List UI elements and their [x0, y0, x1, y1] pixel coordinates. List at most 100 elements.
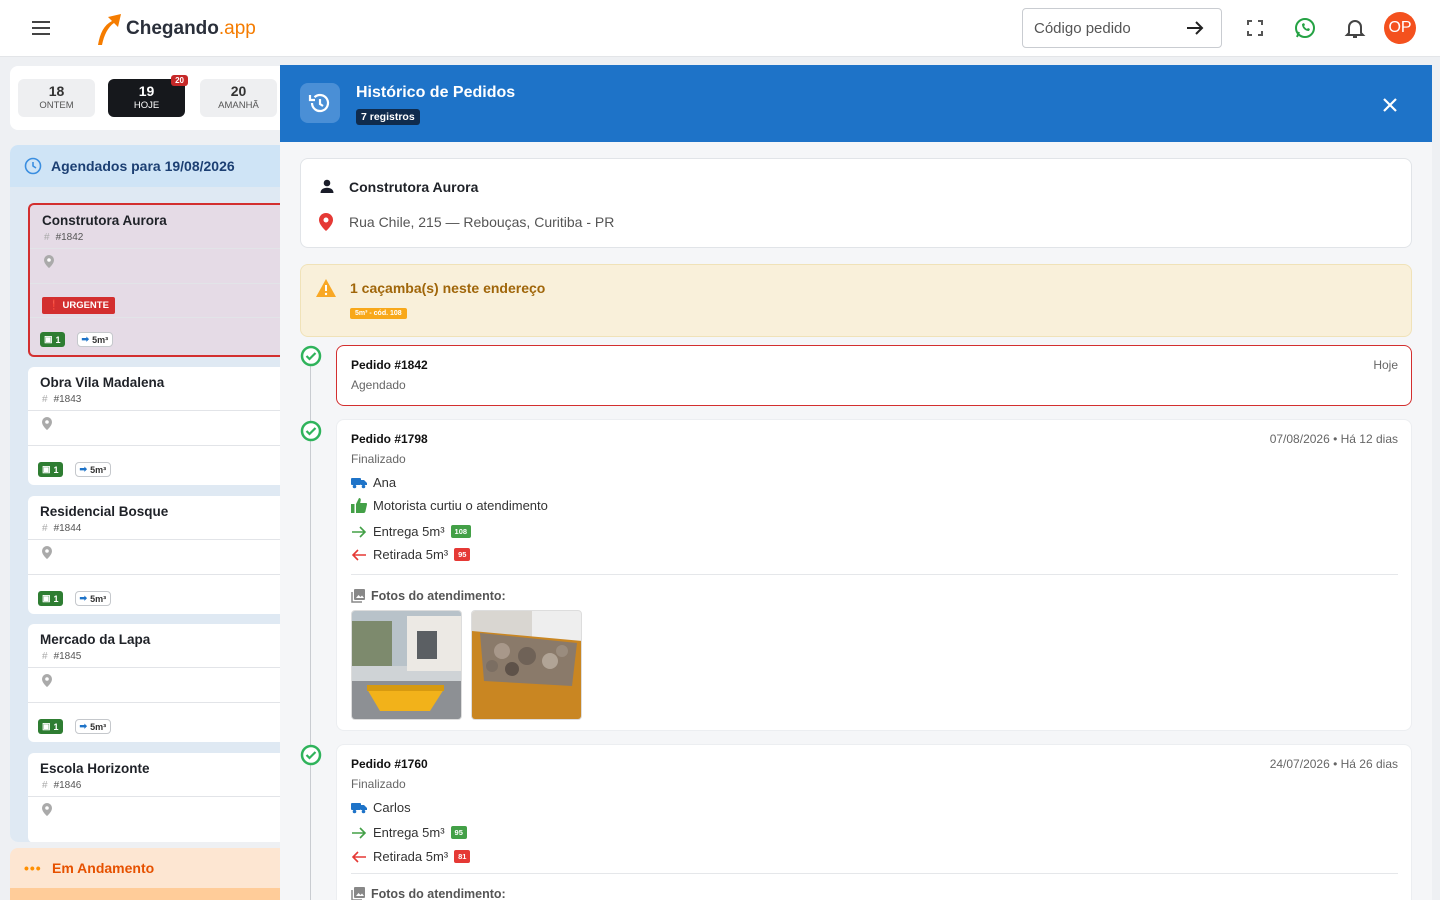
top-bar: Chegando.app OP [0, 0, 1440, 57]
order-status: Finalizado [351, 777, 406, 791]
day-label: HOJE [133, 100, 160, 111]
order-id: #1842 [55, 232, 84, 243]
avatar[interactable]: OP [1384, 12, 1416, 44]
quantity-chip: ▣ 1 [40, 332, 65, 347]
dumpster-warning: 1 caçamba(s) neste endereço 5m³ - cód. 1… [300, 264, 1412, 337]
arrow-left-icon [351, 850, 367, 863]
logo-suffix: .app [218, 18, 256, 39]
order-customer-name: Escola Horizonte [40, 761, 150, 776]
scheduled-panel: Agendados para 19/08/2026 Construtora Au… [10, 145, 300, 842]
order-id: #1844 [53, 523, 82, 534]
urgent-badge: ❗ URGENTE [42, 297, 115, 314]
in-progress-panel[interactable]: ••• Em Andamento [10, 848, 300, 900]
photos-label: Fotos do atendimento: [371, 887, 506, 900]
quantity-chip: ▣ 1 [38, 719, 63, 734]
photo-library-icon [351, 589, 365, 603]
order-id: #1846 [53, 780, 82, 791]
arrow-right-icon [351, 525, 367, 538]
delivery-label: Entrega 5m³ [373, 825, 445, 840]
size-chip: ➡ 5m³ [76, 332, 114, 347]
warning-title: 1 caçamba(s) neste endereço [350, 280, 546, 296]
scheduled-header[interactable]: Agendados para 19/08/2026 [10, 145, 300, 187]
order-title: Pedido #1842 [351, 358, 428, 372]
service-photo[interactable] [471, 610, 582, 720]
photos-label: Fotos do atendimento: [371, 589, 506, 603]
close-icon[interactable] [1380, 95, 1400, 115]
day-selector: 18 ONTEM 19 HOJE 20 20 AMANHÃ [10, 66, 300, 130]
hash-icon: # [42, 651, 48, 662]
hash-icon: # [42, 394, 48, 405]
order-customer-name: Mercado da Lapa [40, 632, 151, 647]
order-id: #1845 [53, 651, 82, 662]
order-card[interactable]: Escola Horizonte # #1846 [28, 753, 300, 842]
logo[interactable]: Chegando.app [94, 11, 256, 47]
order-card[interactable]: Mercado da Lapa # #1845 ▣ 1 ➡ 5m³ [28, 624, 300, 742]
truck-icon [351, 477, 367, 489]
location-pin-icon [28, 797, 300, 831]
check-circle-icon [300, 420, 322, 442]
customer-card: Construtora Aurora Rua Chile, 215 — Rebo… [300, 158, 1412, 248]
customer-name: Construtora Aurora [349, 179, 479, 195]
pickup-code: 95 [454, 548, 471, 561]
check-circle-icon [300, 345, 322, 367]
order-title: Pedido #1798 [351, 432, 428, 446]
order-date: 24/07/2026 • Há 26 dias [1269, 757, 1398, 771]
logo-arrow-icon [98, 14, 121, 45]
order-card[interactable]: Obra Vila Madalena # #1843 ▣ 1 ➡ 5m³ [28, 367, 300, 485]
location-pin-icon [28, 540, 300, 574]
order-code-search [1022, 8, 1222, 48]
day-tomorrow[interactable]: 20 AMANHÃ [200, 79, 277, 117]
fullscreen-icon[interactable] [1243, 16, 1267, 40]
thumbs-up-icon [351, 498, 367, 513]
scheduled-title: Agendados para 19/08/2026 [51, 158, 235, 174]
history-order-card[interactable]: Pedido #1760 Finalizado 24/07/2026 • Há … [336, 744, 1412, 900]
pickup-label: Retirada 5m³ [373, 849, 449, 864]
scheduled-list: Construtora Aurora # #1842 ❗ URGENTE ▣ 1 … [10, 187, 300, 842]
driver-name: Carlos [373, 800, 411, 815]
whatsapp-icon[interactable] [1293, 16, 1317, 40]
quantity-chip: ▣ 1 [38, 462, 63, 477]
service-photo[interactable] [351, 610, 462, 720]
location-pin-icon [30, 249, 300, 283]
hash-icon: # [42, 780, 48, 791]
customer-address: Rua Chile, 215 — Rebouças, Curitiba - PR [349, 214, 615, 230]
history-icon [300, 83, 340, 123]
order-code-input[interactable] [1034, 19, 1174, 37]
hash-icon: # [44, 232, 50, 243]
hash-icon: # [42, 523, 48, 534]
day-number: 18 [48, 83, 65, 99]
photo-library-icon [351, 887, 365, 900]
day-today[interactable]: 19 HOJE 20 [108, 75, 188, 117]
order-customer-name: Obra Vila Madalena [40, 375, 165, 390]
order-card[interactable]: Residencial Bosque # #1844 ▣ 1 ➡ 5m³ [28, 496, 300, 614]
history-order-card[interactable]: Pedido #1798 Finalizado 07/08/2026 • Há … [336, 419, 1412, 731]
order-card[interactable]: Construtora Aurora # #1842 ❗ URGENTE ▣ 1 … [28, 203, 300, 357]
pickup-code: 81 [454, 850, 471, 863]
menu-icon[interactable] [29, 16, 53, 40]
arrow-right-icon[interactable] [1185, 18, 1205, 38]
day-label: ONTEM [39, 100, 74, 111]
order-history-drawer: Histórico de Pedidos 7 registros Constru… [280, 65, 1432, 900]
location-pin-icon [319, 213, 333, 231]
bell-icon[interactable] [1343, 16, 1367, 40]
day-yesterday[interactable]: 18 ONTEM [18, 79, 95, 117]
day-number: 19 [138, 83, 155, 99]
person-icon [319, 178, 335, 194]
size-chip: ➡ 5m³ [74, 719, 112, 734]
history-order-card[interactable]: Pedido #1842 Agendado Hoje [336, 345, 1412, 406]
order-status: Agendado [351, 378, 406, 392]
size-chip: ➡ 5m³ [74, 462, 112, 477]
delivery-code: 95 [450, 826, 467, 839]
drawer-title: Histórico de Pedidos [356, 84, 516, 101]
location-pin-icon [28, 668, 300, 702]
dumpster-code-chip: 5m³ - cód. 108 [350, 308, 407, 319]
delivery-code: 108 [450, 525, 472, 538]
pickup-label: Retirada 5m³ [373, 547, 449, 562]
order-customer-name: Construtora Aurora [42, 213, 167, 228]
arrow-left-icon [351, 548, 367, 561]
timeline-line [310, 365, 311, 900]
truck-icon [351, 802, 367, 814]
order-date: Hoje [1373, 358, 1398, 372]
driver-feedback: Motorista curtiu o atendimento [373, 498, 548, 513]
check-circle-icon [300, 744, 322, 766]
